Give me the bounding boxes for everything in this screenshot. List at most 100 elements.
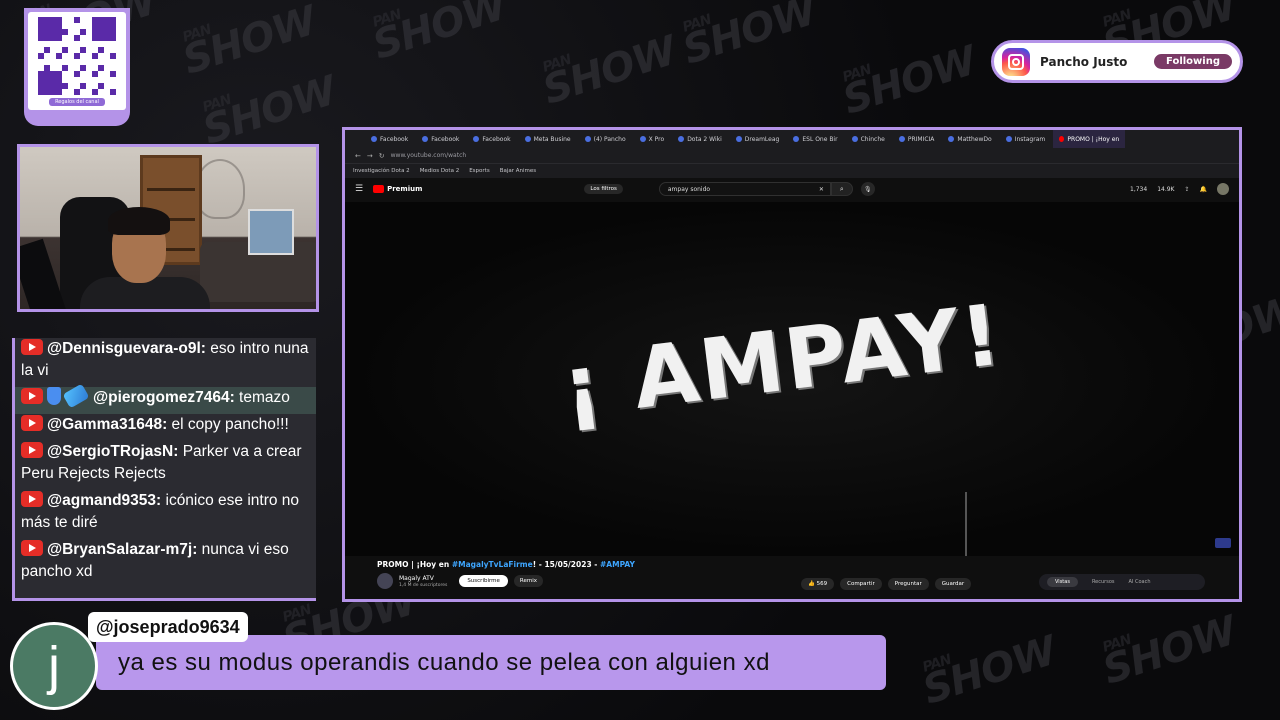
hamburger-menu-icon[interactable]: ☰ [355, 184, 363, 194]
chat-message: @Gamma31648: el copy pancho!!! [15, 414, 316, 441]
following-button[interactable]: Following [1154, 54, 1232, 69]
chat-username: @agmand9353: [47, 492, 162, 509]
video-title-card: ¡ AMPAY! [556, 285, 1008, 437]
remix-button[interactable]: Remix [513, 575, 544, 587]
channel-name[interactable]: Magaly ATV [399, 575, 447, 583]
watermark: PANSHOW [1097, 607, 1242, 694]
tab-bar: Facebook Facebook Facebook Meta Busine (… [345, 130, 1239, 148]
side-panel-tabs: Vistas Recursos AI Coach [1039, 574, 1205, 590]
browser-tab[interactable]: MatthewDo [942, 130, 997, 148]
youtube-logo[interactable]: Premium [373, 185, 422, 193]
subscriber-count: 1,4 M de suscriptores [399, 582, 448, 588]
chat-message: @Dennisguevara-o9l: eso intro nuna la vi [15, 338, 316, 387]
search-icon[interactable]: ⌕ [830, 182, 853, 196]
webcam-feed [17, 144, 319, 312]
channel-avatar[interactable] [377, 573, 393, 589]
chat-text: el copy pancho!!! [167, 416, 289, 433]
instagram-username: Pancho Justo [1040, 54, 1128, 69]
browser-tab[interactable]: (4) Pancho [579, 130, 632, 148]
video-player[interactable]: ¡ AMPAY! ➤ [345, 202, 1239, 585]
watermark: PANSHOW [917, 627, 1062, 714]
youtube-header: ☰ Premium Los filtros ampay sonido ✕ ⌕ 🎙 … [345, 178, 1239, 200]
chat-username: @Dennisguevara-o9l: [47, 340, 206, 357]
chat-message: @pierogomez7464: temazo [15, 383, 316, 414]
account-avatar[interactable] [1217, 183, 1229, 195]
highlighted-message-text: ya es su modus operandis cuando se pelea… [96, 635, 886, 690]
upload-icon[interactable]: ⇪ [1184, 186, 1189, 193]
live-chat: @Dennisguevara-o9l: eso intro nuna la vi… [12, 338, 316, 601]
browser-tab[interactable]: Dota 2 Wiki [672, 130, 728, 148]
poster [248, 209, 294, 255]
search-input[interactable]: ampay sonido ✕ [658, 182, 831, 196]
watermark: PANSHOW [837, 37, 982, 124]
wall-sketch [195, 159, 245, 219]
bookmark[interactable]: Esports [469, 168, 489, 174]
bookmark[interactable]: Bajar Animes [500, 168, 536, 174]
user-avatar: j [10, 622, 98, 710]
clear-icon[interactable]: ✕ [819, 186, 824, 193]
browser-tab[interactable]: Instagram [1000, 130, 1052, 148]
browser-tab[interactable]: Facebook [416, 130, 465, 148]
highlighted-username: @joseprado9634 [88, 612, 248, 642]
streamer-hair [108, 207, 170, 235]
wrench-badge-icon [62, 383, 90, 409]
notifications-icon[interactable]: 🔔 [1200, 186, 1207, 193]
bookmarks-bar: Investigación Dota 2 Medios Dota 2 Espor… [345, 164, 1239, 178]
tab-recursos[interactable]: Recursos [1092, 579, 1115, 585]
url-field[interactable]: www.youtube.com/watch [391, 152, 467, 159]
bookmark[interactable]: Investigación Dota 2 [353, 168, 410, 174]
voice-search-icon[interactable]: 🎙 [860, 182, 875, 196]
filters-chip[interactable]: Los filtros [584, 184, 623, 194]
watermark: PANSHOW [367, 0, 512, 69]
qr-caption: Regalos del canal [49, 97, 105, 106]
youtube-icon [21, 442, 43, 458]
video-metadata: PROMO | ¡Hoy en #MagalyTvLaFirme! - 15/0… [345, 556, 1239, 599]
browser-tab[interactable]: PRIMICIA [893, 130, 941, 148]
instagram-follow-card: Pancho Justo Following [991, 40, 1243, 83]
video-title: PROMO | ¡Hoy en #MagalyTvLaFirme! - 15/0… [377, 560, 635, 569]
reload-icon[interactable]: ↻ [379, 152, 385, 160]
chat-message: @BryanSalazar-m7j: nunca vi eso pancho x… [15, 539, 316, 588]
save-button[interactable]: Guardar [934, 578, 972, 590]
chat-message: @agmand9353: icónico ese intro no más te… [15, 490, 316, 539]
video-light-streak [965, 492, 967, 556]
browser-tab[interactable]: DreamLeag [730, 130, 786, 148]
channel-watermark [1215, 538, 1231, 548]
youtube-icon [21, 415, 43, 431]
browser-tab[interactable]: Facebook [365, 130, 414, 148]
browser-tab[interactable]: Facebook [467, 130, 516, 148]
youtube-icon [21, 540, 43, 556]
chat-message: @SergioTRojasN: Parker va a crear Peru R… [15, 441, 316, 490]
browser-tab[interactable]: ESL One Bir [787, 130, 843, 148]
chat-text: temazo [234, 389, 290, 406]
qr-code [38, 16, 116, 95]
stream-overlay: PAN SHOW PAN SHOW PAN SHOW PAN SHOW PAN SHOW … [0, 0, 1280, 720]
like-button[interactable]: 👍 569 [801, 578, 835, 590]
bookmark[interactable]: Medios Dota 2 [420, 168, 460, 174]
watermark: PANSHOW [677, 0, 822, 74]
browser-window: Facebook Facebook Facebook Meta Busine (… [342, 127, 1242, 602]
browser-tab[interactable]: Meta Busine [519, 130, 577, 148]
highlighted-message: ya es su modus operandis cuando se pelea… [8, 612, 898, 712]
address-bar: ← → ↻ www.youtube.com/watch [345, 148, 1239, 164]
browser-tab[interactable]: X Pro [634, 130, 671, 148]
instagram-icon [1002, 47, 1030, 76]
browser-tab-active[interactable]: PROMO | ¡Hoy en [1053, 130, 1126, 148]
forward-icon[interactable]: → [367, 152, 373, 160]
chat-username: @BryanSalazar-m7j: [47, 541, 198, 558]
subscribe-button[interactable]: Suscribirme [459, 575, 508, 587]
stat-counter: 14.9K [1157, 185, 1175, 193]
tab-vistas[interactable]: Vistas [1047, 577, 1078, 587]
moderator-badge-icon [47, 387, 61, 405]
chat-username: @pierogomez7464: [93, 389, 235, 406]
back-icon[interactable]: ← [355, 152, 361, 160]
stat-counter: 1,734 [1130, 185, 1148, 193]
ask-button[interactable]: Preguntar [887, 578, 929, 590]
tab-ai-coach[interactable]: AI Coach [1129, 579, 1151, 585]
qr-code-panel: Regalos del canal [24, 8, 130, 126]
youtube-icon [21, 339, 43, 355]
youtube-icon [21, 388, 43, 404]
youtube-icon [21, 491, 43, 507]
share-button[interactable]: Compartir [840, 578, 882, 590]
browser-tab[interactable]: Chinche [846, 130, 891, 148]
